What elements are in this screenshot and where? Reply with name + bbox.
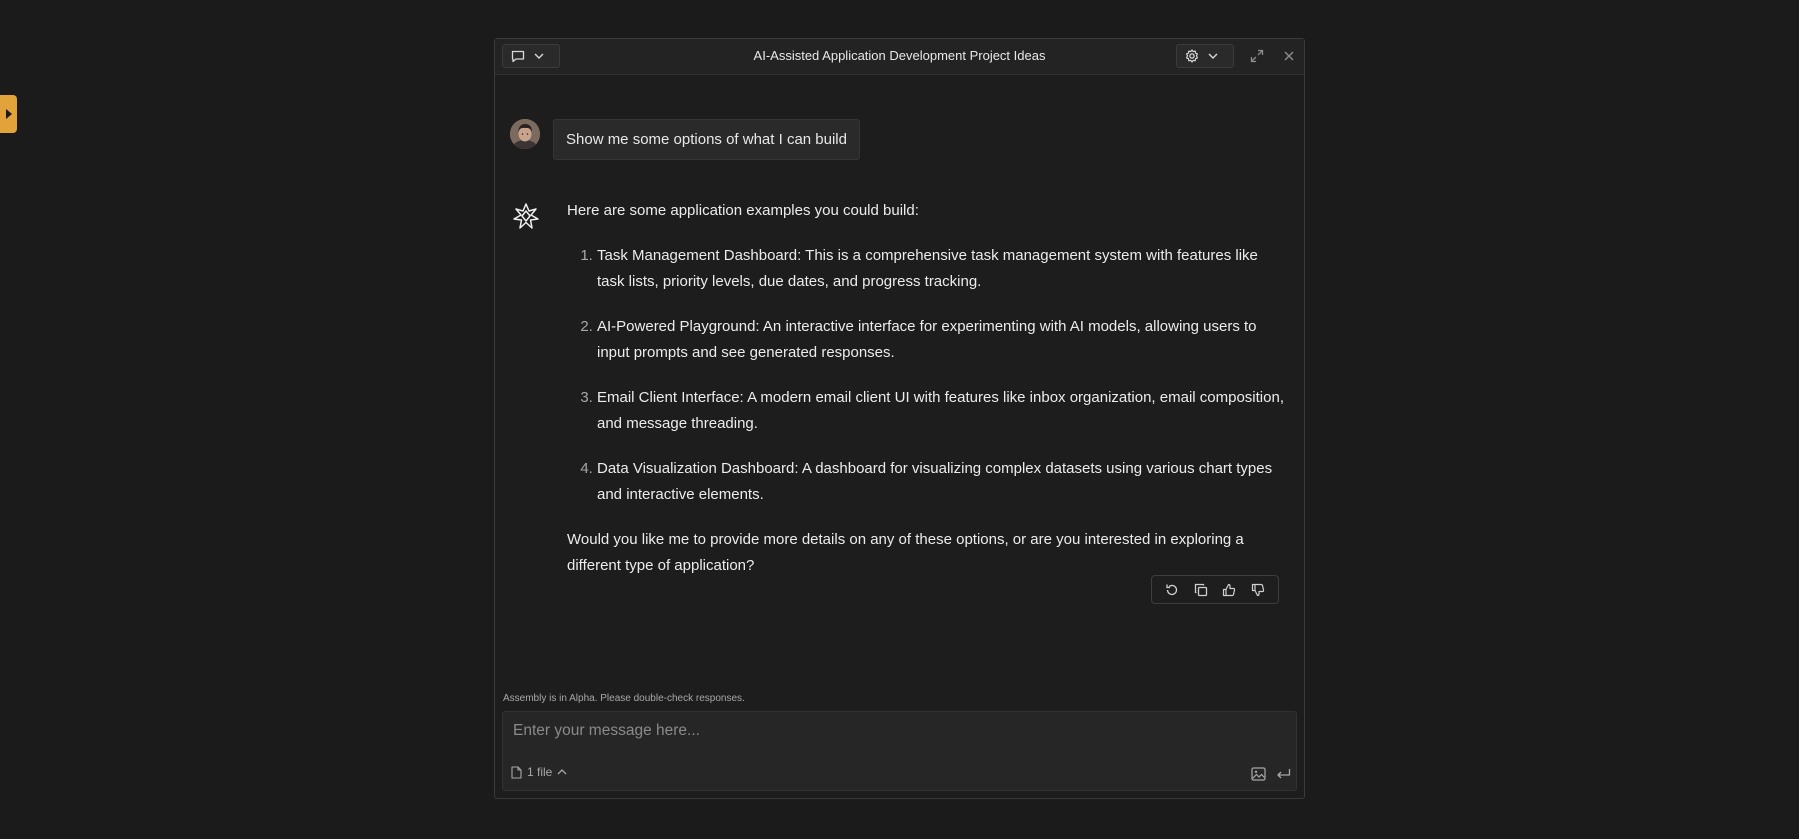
list-item: Email Client Interface: A modern email c… <box>597 385 1287 438</box>
image-icon <box>1250 767 1266 781</box>
avatar <box>510 119 540 149</box>
file-icon <box>511 765 522 779</box>
thumbs-down-icon <box>1251 583 1265 597</box>
close-icon <box>1283 50 1295 62</box>
message-input[interactable] <box>511 718 1275 744</box>
list-item: Task Management Dashboard: This is a com… <box>597 243 1287 296</box>
regenerate-button[interactable] <box>1162 580 1182 600</box>
refresh-icon <box>1165 583 1179 597</box>
assistant-logo-icon <box>512 202 540 230</box>
list-item: Data Visualization Dashboard: A dashboar… <box>597 456 1287 509</box>
thumbs-up-button[interactable] <box>1219 580 1239 600</box>
expand-button[interactable] <box>1247 46 1267 66</box>
assistant-intro: Here are some application examples you c… <box>567 202 919 219</box>
enter-icon <box>1276 768 1291 780</box>
assistant-message: Here are some application examples you c… <box>567 198 1287 580</box>
message-composer: 1 file <box>502 711 1297 791</box>
copy-icon <box>1194 583 1208 597</box>
send-button[interactable] <box>1273 764 1293 784</box>
files-count-label: 1 file <box>527 765 553 779</box>
sidebar-toggle-tab[interactable] <box>0 95 17 133</box>
alpha-disclaimer: Assembly is in Alpha. Please double-chec… <box>503 693 745 704</box>
thumbs-down-button[interactable] <box>1248 580 1268 600</box>
suggestion-list: Task Management Dashboard: This is a com… <box>567 243 1287 509</box>
close-button[interactable] <box>1279 46 1299 66</box>
chevron-right-icon <box>5 108 13 120</box>
chevron-up-icon <box>557 769 567 775</box>
gear-icon <box>1185 49 1199 63</box>
copy-button[interactable] <box>1191 580 1211 600</box>
thumbs-up-icon <box>1222 583 1236 597</box>
attach-image-button[interactable] <box>1248 764 1268 784</box>
chevron-down-icon <box>1208 53 1218 59</box>
attached-files-toggle[interactable]: 1 file <box>511 765 567 779</box>
settings-dropdown[interactable] <box>1176 44 1234 68</box>
user-message: Show me some options of what I can build <box>553 119 860 160</box>
title-bar: AI-Assisted Application Development Proj… <box>495 39 1304 75</box>
chat-window: AI-Assisted Application Development Proj… <box>494 38 1305 799</box>
message-actions <box>1151 575 1279 604</box>
user-message-row: Show me some options of what I can build <box>510 119 860 160</box>
expand-icon <box>1250 49 1264 63</box>
list-item: AI-Powered Playground: An interactive in… <box>597 314 1287 367</box>
assistant-outro: Would you like me to provide more detail… <box>567 530 1244 575</box>
